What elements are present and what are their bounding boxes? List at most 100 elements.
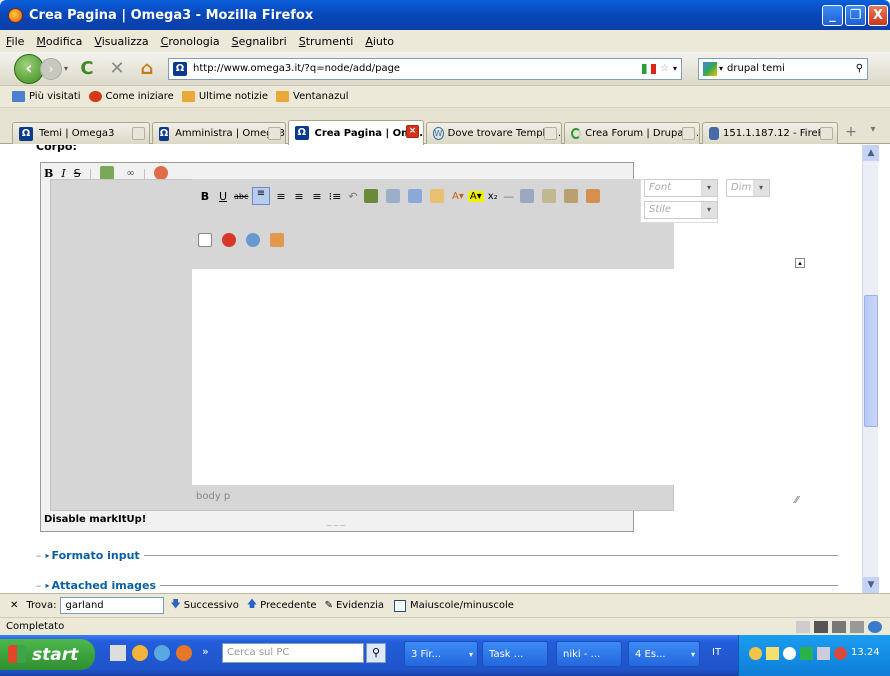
- text-color-icon[interactable]: A▾: [452, 191, 464, 202]
- chevron-down-icon[interactable]: ▾: [701, 202, 717, 218]
- scroll-up-icon[interactable]: ▲: [863, 145, 879, 161]
- menu-aiuto[interactable]: Aiuto: [365, 35, 394, 48]
- google-icon[interactable]: [703, 61, 718, 76]
- search-icon[interactable]: ⚲: [856, 63, 863, 74]
- subscript-icon[interactable]: x₂: [488, 191, 498, 202]
- tab-amministra[interactable]: Ω Amministra | Omega3: [152, 122, 286, 144]
- bookmark-piu-visitati[interactable]: Più visitati: [12, 91, 81, 102]
- ie-icon[interactable]: [132, 645, 148, 661]
- minimize-button[interactable]: _: [822, 5, 843, 26]
- image-icon[interactable]: [100, 166, 115, 180]
- align-justify-icon[interactable]: ≡: [310, 190, 324, 203]
- tab-crea-pagina[interactable]: Ω Crea Pagina | Om... ×: [288, 120, 424, 145]
- tab-temi[interactable]: Ω Temi | Omega3: [12, 122, 150, 144]
- taskbar-firefox[interactable]: 3 Fir... ▾: [404, 641, 478, 667]
- menu-strumenti[interactable]: Strumenti: [299, 35, 354, 48]
- media-player-icon[interactable]: [154, 645, 170, 661]
- home-icon[interactable]: ⌂: [136, 58, 158, 79]
- search-engine-dropdown-icon[interactable]: ▾: [719, 64, 723, 73]
- bookmark-ultime-notizie[interactable]: Ultime notizie: [181, 91, 268, 102]
- new-tab-icon[interactable]: +: [842, 124, 860, 142]
- url-bar[interactable]: Ω http://www.omega3.it/?q=node/add/page …: [168, 57, 683, 80]
- stop-icon[interactable]: ✕: [106, 58, 128, 79]
- menu-visualizza[interactable]: Visualizza: [94, 35, 148, 48]
- horizontal-rule-icon[interactable]: —: [502, 190, 516, 203]
- strikethrough-icon[interactable]: S: [74, 167, 81, 180]
- cleanup-icon[interactable]: [519, 189, 534, 203]
- bold-icon[interactable]: B: [198, 190, 212, 203]
- search-bar[interactable]: ▾ drupal temi ⚲: [698, 57, 869, 80]
- italic-icon[interactable]: I: [61, 167, 65, 180]
- addon-icon[interactable]: [796, 620, 810, 633]
- firefox-icon[interactable]: [176, 645, 192, 661]
- tab-list-icon[interactable]: ▾: [864, 124, 882, 142]
- editor-resize-grip[interactable]: ~~~: [326, 521, 346, 530]
- fieldset-attached-images[interactable]: – ▸ Attached images: [36, 579, 838, 592]
- paste-word-icon[interactable]: [563, 189, 578, 203]
- paste-text-icon[interactable]: [541, 189, 556, 203]
- find-icon[interactable]: [364, 189, 378, 203]
- scroll-thumb[interactable]: [864, 295, 878, 427]
- image-insert-icon[interactable]: [430, 189, 444, 203]
- table-icon[interactable]: [198, 233, 212, 247]
- antivirus-icon[interactable]: [800, 647, 813, 660]
- tab-close-icon[interactable]: [820, 127, 833, 140]
- ordered-list-icon[interactable]: ⁝≡: [328, 190, 342, 203]
- alert-icon[interactable]: [834, 647, 847, 660]
- language-indicator[interactable]: IT: [712, 647, 721, 658]
- tab-crea-forum[interactable]: Crea Forum | Drupal ...: [564, 122, 700, 144]
- tab-close-icon[interactable]: [268, 127, 281, 140]
- highlight-button[interactable]: Evidenzia: [336, 600, 384, 611]
- start-button[interactable]: start: [0, 639, 95, 670]
- download-icon[interactable]: [814, 620, 828, 633]
- fieldset-formato-input[interactable]: – ▸ Formato input: [36, 549, 838, 562]
- menu-cronologia[interactable]: Cronologia: [161, 35, 220, 48]
- disable-markitup-link[interactable]: Disable markItUp!: [44, 514, 146, 525]
- menu-file[interactable]: File: [6, 35, 24, 48]
- taskbar-explorer[interactable]: 4 Es... ▾: [628, 641, 700, 667]
- preview-icon[interactable]: [154, 166, 169, 180]
- resize-handle-icon[interactable]: ⁄⁄: [795, 495, 798, 506]
- bold-icon[interactable]: B: [44, 167, 53, 180]
- taskbar-niki[interactable]: niki - ...: [556, 641, 622, 667]
- scroll-down-icon[interactable]: ▼: [863, 577, 879, 593]
- bookmark-ventanazul[interactable]: Ventanazul: [276, 91, 348, 102]
- find-next-button[interactable]: Successivo: [184, 600, 239, 611]
- tools-icon[interactable]: [850, 620, 864, 633]
- chevron-down-icon[interactable]: ▾: [701, 180, 717, 196]
- underline-icon[interactable]: U: [216, 190, 230, 203]
- tab-close-icon[interactable]: ×: [406, 125, 419, 138]
- quick-launch-expand-icon[interactable]: »: [202, 645, 209, 658]
- chevron-down-icon[interactable]: ▾: [753, 180, 769, 196]
- align-center-icon[interactable]: ≡: [274, 190, 288, 203]
- desktop-search-input[interactable]: Cerca sul PC: [222, 643, 364, 663]
- messenger-icon[interactable]: [783, 647, 796, 660]
- style-select[interactable]: Stile ▾: [644, 201, 718, 219]
- history-dropdown-icon[interactable]: ▾: [64, 64, 68, 73]
- match-case-label[interactable]: Maiuscole/minuscole: [410, 600, 514, 611]
- find-prev-button[interactable]: Precedente: [260, 600, 316, 611]
- globe-icon[interactable]: [246, 233, 260, 247]
- expand-icon[interactable]: ▴: [795, 258, 805, 268]
- link-icon[interactable]: ∞: [126, 168, 134, 179]
- tab-dove-trovare[interactable]: W Dove trovare Templa...: [426, 122, 562, 144]
- menu-segnalibri[interactable]: Segnalibri: [232, 35, 287, 48]
- media-icon[interactable]: [270, 233, 284, 247]
- bookmark-star-icon[interactable]: ☆: [660, 63, 669, 74]
- font-select[interactable]: Font ▾: [644, 179, 718, 197]
- match-case-checkbox[interactable]: [393, 599, 406, 612]
- refresh-status-icon[interactable]: [868, 620, 882, 633]
- desktop-search-icon[interactable]: ⚲: [366, 643, 386, 663]
- find-close-icon[interactable]: ✕: [10, 600, 18, 611]
- taskbar-task[interactable]: Task ...: [482, 641, 548, 667]
- maximize-button[interactable]: ❐: [845, 5, 866, 26]
- undo-icon[interactable]: ↶: [346, 190, 360, 203]
- bookmark-come-iniziare[interactable]: Come iniziare: [88, 91, 174, 102]
- tab-close-icon[interactable]: [544, 127, 557, 140]
- align-left-icon[interactable]: ≡: [252, 187, 270, 205]
- background-color-icon[interactable]: A▾: [467, 190, 484, 202]
- editor-body[interactable]: [192, 269, 674, 485]
- desktop-icon[interactable]: [110, 645, 126, 661]
- url-dropdown-icon[interactable]: ▾: [673, 64, 677, 73]
- tab-close-icon[interactable]: [132, 127, 145, 140]
